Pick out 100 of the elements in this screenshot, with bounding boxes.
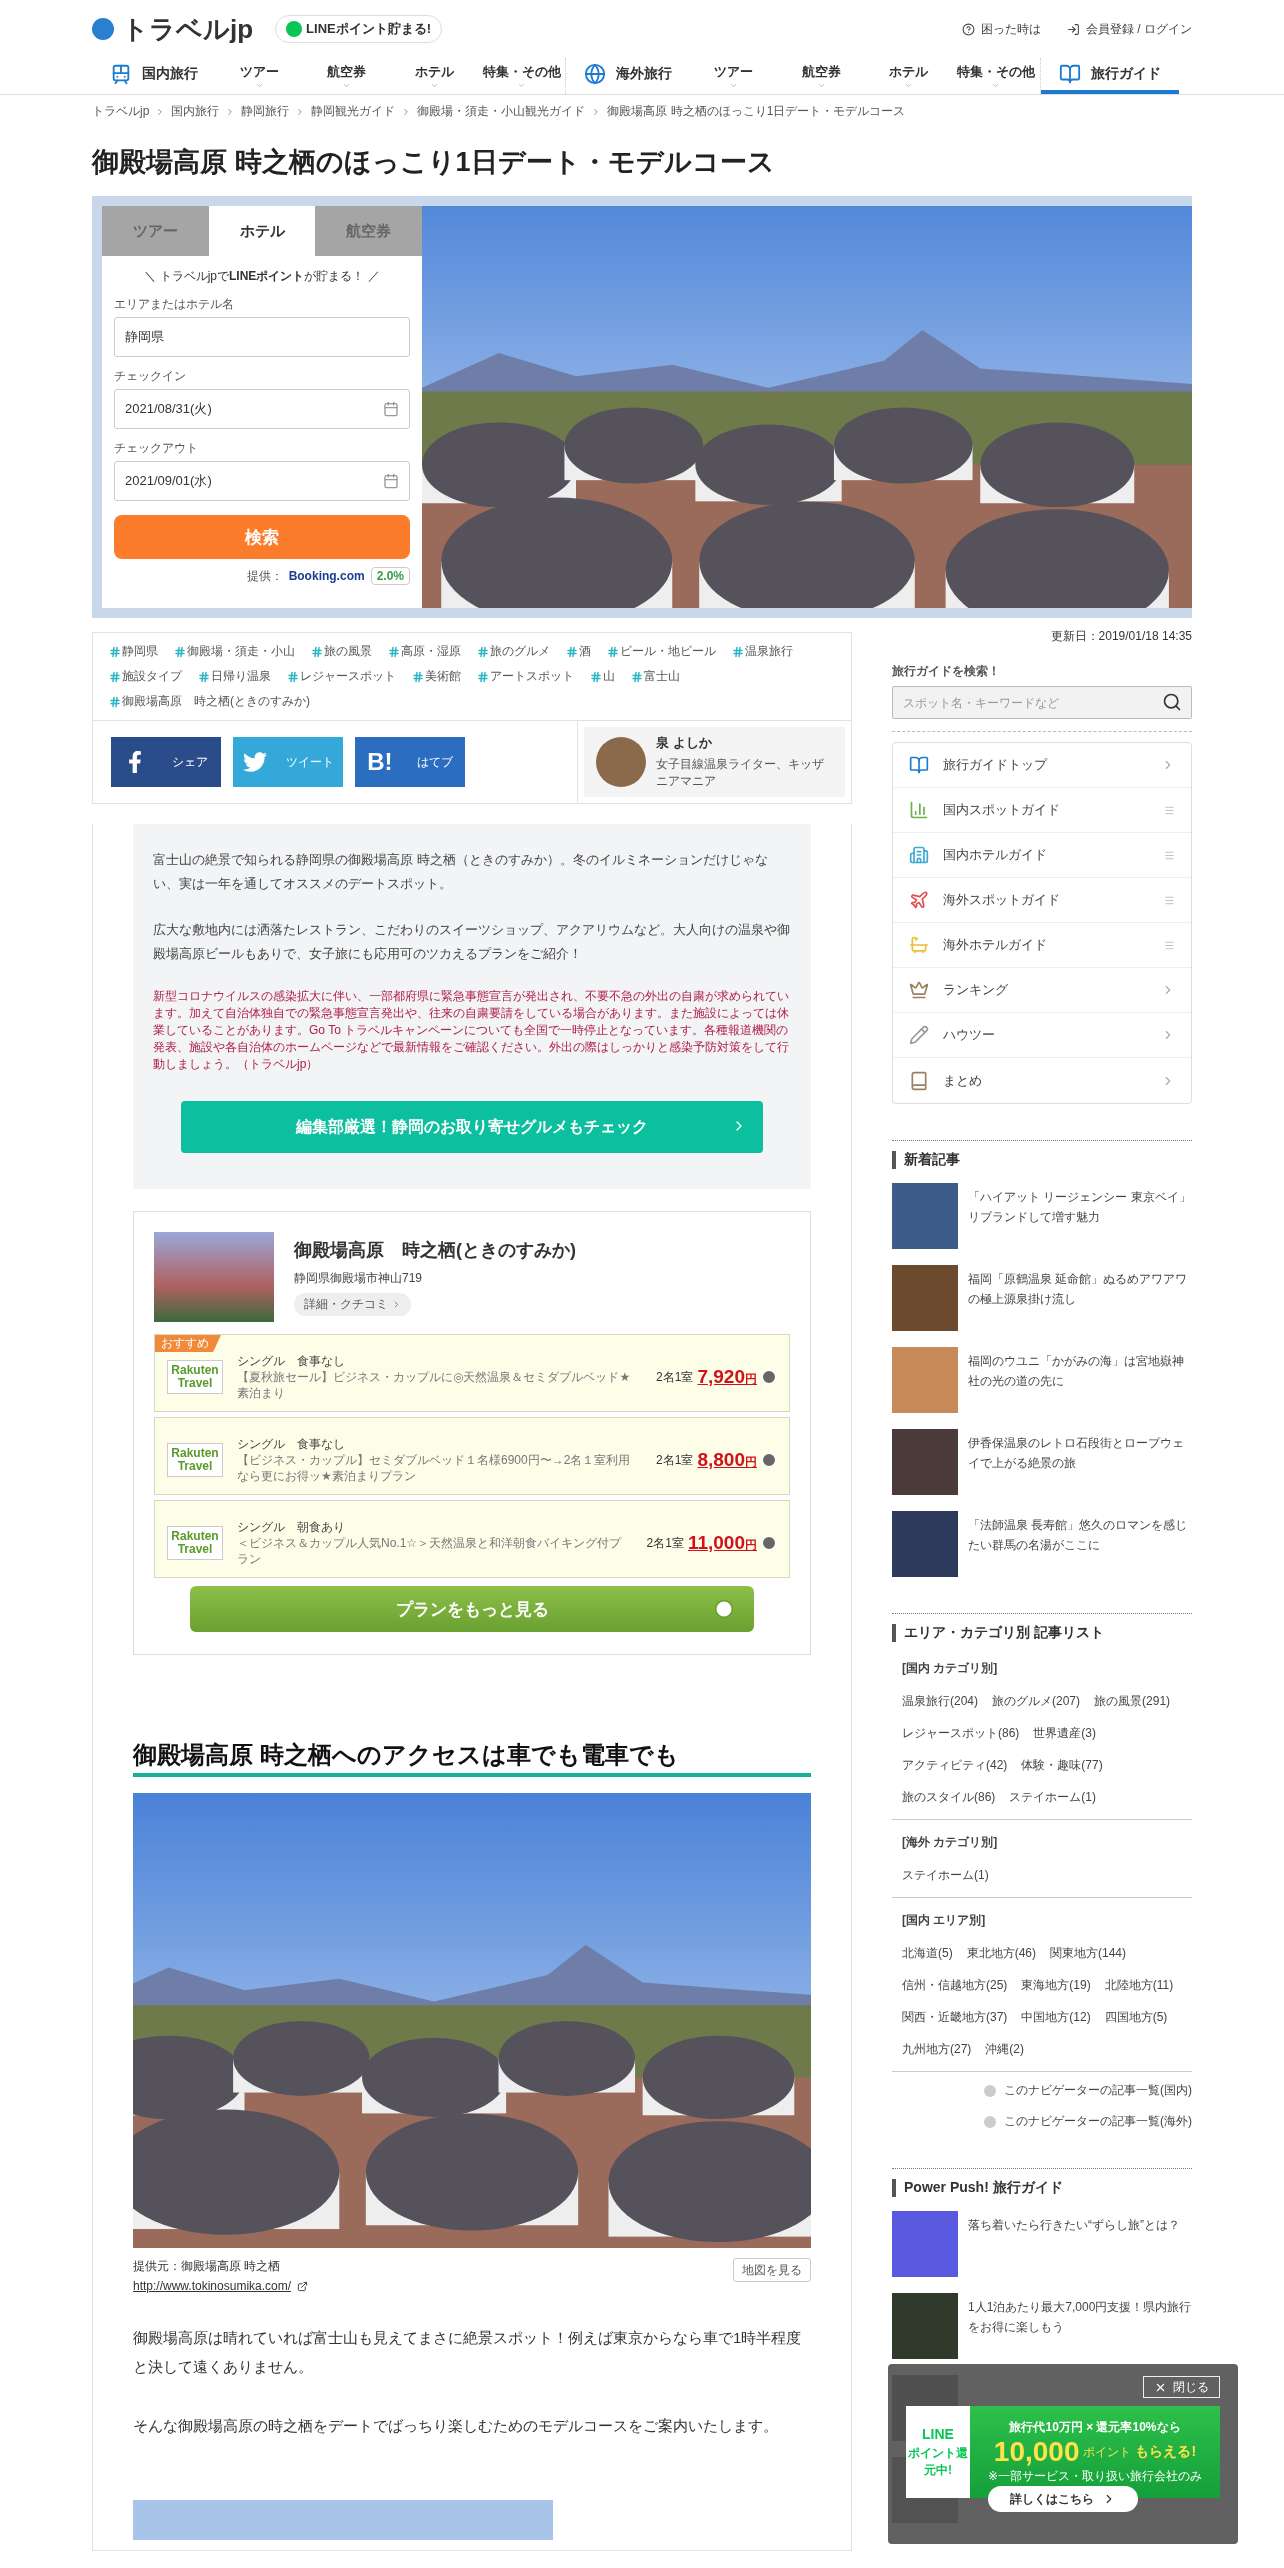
navigator-link[interactable]: このナビゲーターの記事一覧(国内) bbox=[892, 2082, 1192, 2099]
hash-icon bbox=[311, 645, 323, 658]
guide-menu-item[interactable]: 海外ホテルガイド bbox=[893, 923, 1191, 968]
breadcrumb-link[interactable]: 御殿場高原 時之栖のほっこり1日デート・モデルコース bbox=[607, 103, 906, 120]
guide-menu-item[interactable]: 国内スポットガイド bbox=[893, 788, 1191, 833]
category-link[interactable]: 関西・近畿地方(37) bbox=[902, 2001, 1008, 2033]
category-link[interactable]: アクティビティ(42) bbox=[902, 1749, 1008, 1781]
tag-link[interactable]: 旅の風景 bbox=[311, 643, 372, 660]
price-link[interactable]: 8,800円 bbox=[697, 1449, 757, 1471]
tag-link[interactable]: 美術館 bbox=[412, 668, 461, 685]
category-link[interactable]: 温泉旅行(204) bbox=[902, 1685, 978, 1717]
hotel-name[interactable]: 御殿場高原 時之栖(ときのすみか) bbox=[294, 1238, 576, 1262]
category-link[interactable]: 旅の風景(291) bbox=[1094, 1685, 1171, 1717]
guide-menu-item[interactable]: ハウツー bbox=[893, 1013, 1191, 1058]
details-button[interactable]: 詳しくはこちら bbox=[988, 2486, 1138, 2512]
breadcrumb-link[interactable]: 御殿場・須走・小山観光ガイド bbox=[417, 103, 586, 120]
navigator-link[interactable]: このナビゲーターの記事一覧(海外) bbox=[892, 2113, 1192, 2130]
search-field[interactable]: スポット名・キーワードなど bbox=[892, 686, 1192, 719]
share-button[interactable]: B! はてブ bbox=[355, 737, 465, 787]
plan-row[interactable]: おすすめ Rakuten Travel シングル 食事なし 【夏秋旅セール】ビジネス・カップルに◎天然温泉＆セミダブルベッド★素泊まり 2名1室 7,920円 bbox=[154, 1334, 790, 1412]
category-link[interactable]: 中国地方(12) bbox=[1021, 2001, 1091, 2033]
category-link[interactable]: 九州地方(27) bbox=[902, 2033, 972, 2065]
article-link[interactable]: 福岡「原鶴温泉 延命館」ぬるめアワアワの極上源泉掛け流し bbox=[892, 1265, 1192, 1331]
category-link[interactable]: 北陸地方(11) bbox=[1104, 1969, 1174, 2001]
close-button[interactable]: 閉じる bbox=[1143, 2376, 1220, 2398]
nav-item[interactable]: ホテル bbox=[864, 58, 953, 94]
category-link[interactable]: ステイホーム(1) bbox=[1009, 1781, 1096, 1813]
tag-link[interactable]: 日帰り温泉 bbox=[198, 668, 271, 685]
header-link[interactable]: 会員登録 / ログイン bbox=[1067, 20, 1192, 38]
tag-link[interactable]: 温泉旅行 bbox=[732, 643, 793, 660]
map-button[interactable]: 地図を見る bbox=[733, 2258, 811, 2282]
nav-item[interactable]: 特集・その他 bbox=[478, 58, 566, 94]
tag-link[interactable]: 富士山 bbox=[631, 668, 680, 685]
guide-menu-item[interactable]: ランキング bbox=[893, 968, 1191, 1013]
nav-tab[interactable]: 海外旅行 bbox=[566, 58, 691, 94]
category-link[interactable]: ステイホーム(1) bbox=[902, 1859, 989, 1891]
category-link[interactable]: 世界遺産(3) bbox=[1033, 1717, 1096, 1749]
article-link[interactable]: 福岡のウユニ「かがみの海」は宮地嶽神社の光の道の先に bbox=[892, 1347, 1192, 1413]
input-field[interactable]: 静岡県 bbox=[114, 317, 410, 357]
guide-menu-item[interactable]: 国内ホテルガイド bbox=[893, 833, 1191, 878]
plan-row[interactable]: Rakuten Travel シングル 朝食あり ＜ビジネス＆カップル人気No.1☆＞天然温泉と和洋朝食バイキング付プラン 2名1室 11,000円 bbox=[154, 1500, 790, 1578]
website-link[interactable]: http://www.tokinosumika.com/ bbox=[133, 2279, 309, 2293]
header-link[interactable]: 困った時は bbox=[962, 20, 1041, 38]
breadcrumb-link[interactable]: 静岡観光ガイド bbox=[311, 103, 396, 120]
hash-icon bbox=[198, 670, 210, 683]
tag-link[interactable]: 酒 bbox=[566, 643, 591, 660]
share-button[interactable]: シェア bbox=[111, 737, 221, 787]
guide-menu-item[interactable]: 海外スポットガイド bbox=[893, 878, 1191, 923]
breadcrumb-link[interactable]: トラベルjp bbox=[92, 103, 150, 120]
detail-link[interactable]: 詳細・クチコミ bbox=[294, 1293, 411, 1316]
category-link[interactable]: 関東地方(144) bbox=[1050, 1937, 1127, 1969]
category-link[interactable]: 旅のグルメ(207) bbox=[992, 1685, 1081, 1717]
login-icon bbox=[1067, 22, 1080, 36]
article-link[interactable]: 伊香保温泉のレトロ石段街とロープウェイで上がる絶景の旅 bbox=[892, 1429, 1192, 1495]
tag-link[interactable]: 山 bbox=[590, 668, 615, 685]
article-link[interactable]: 「ハイアット リージェンシー 東京ベイ」リブランドして増す魅力 bbox=[892, 1183, 1192, 1249]
category-link[interactable]: 東北地方(46) bbox=[966, 1937, 1036, 1969]
category-link[interactable]: 信州・信越地方(25) bbox=[902, 1969, 1008, 2001]
tag-link[interactable]: ビール・地ビール bbox=[607, 643, 716, 660]
tag-link[interactable]: 高原・湿原 bbox=[388, 643, 461, 660]
price-link[interactable]: 7,920円 bbox=[697, 1366, 757, 1388]
article-link[interactable]: 落ち着いたら行きたい“ずらし旅”とは？ bbox=[892, 2211, 1192, 2277]
article-link[interactable]: 1人1泊あたり最大7,000円支援！県内旅行をお得に楽しもう bbox=[892, 2293, 1192, 2359]
category-link[interactable]: レジャースポット(86) bbox=[902, 1717, 1020, 1749]
category-link[interactable]: 沖縄(2) bbox=[985, 2033, 1024, 2065]
nav-item[interactable]: ホテル bbox=[390, 58, 478, 94]
points-badge[interactable]: 2.0% bbox=[370, 567, 410, 585]
category-link[interactable]: 東海地方(19) bbox=[1021, 1969, 1091, 2001]
breadcrumb-link[interactable]: 国内旅行 bbox=[171, 103, 220, 120]
category-link[interactable]: 四国地方(5) bbox=[1104, 2001, 1168, 2033]
date-field[interactable]: 2021/08/31(火) bbox=[114, 389, 410, 429]
tag-link[interactable]: レジャースポット bbox=[287, 668, 396, 685]
nav-item[interactable]: 航空券 bbox=[303, 58, 391, 94]
nav-item[interactable]: 特集・その他 bbox=[952, 58, 1040, 94]
plan-row[interactable]: Rakuten Travel シングル 食事なし 【ビジネス・カップル】セミダブルベッド１名様6900円〜→2名１室利用なら更にお得ッ★素泊まりプラン 2名1室 8,800円 bbox=[154, 1417, 790, 1495]
tag-link[interactable]: 御殿場高原 時之栖(ときのすみか) bbox=[109, 693, 310, 710]
tag-link[interactable]: 御殿場・須走・小山 bbox=[174, 643, 295, 660]
guide-menu-item[interactable]: まとめ bbox=[893, 1058, 1191, 1103]
tag-link[interactable]: 静岡県 bbox=[109, 643, 158, 660]
article-link[interactable]: 「法師温泉 長寿館」悠久のロマンを感じたい群馬の名湯がここに bbox=[892, 1511, 1192, 1577]
author-name[interactable]: 泉 よしか bbox=[656, 734, 833, 752]
category-link[interactable]: 北海道(5) bbox=[902, 1937, 953, 1969]
breadcrumb-link[interactable]: 静岡旅行 bbox=[241, 103, 290, 120]
guide-menu-item[interactable]: 旅行ガイドトップ bbox=[893, 743, 1191, 788]
tag-link[interactable]: 施設タイプ bbox=[109, 668, 182, 685]
nav-item[interactable]: ツアー bbox=[216, 58, 304, 94]
price-link[interactable]: 11,000円 bbox=[687, 1532, 757, 1554]
search-icon[interactable] bbox=[1162, 692, 1182, 712]
category-link[interactable]: 体験・趣味(77) bbox=[1021, 1749, 1103, 1781]
bird-icon bbox=[242, 750, 267, 774]
nav-item[interactable]: ツアー bbox=[690, 58, 778, 94]
nav-tab[interactable]: 国内旅行 bbox=[92, 58, 216, 94]
tag-link[interactable]: 旅のグルメ bbox=[477, 643, 550, 660]
site-logo[interactable]: トラベルjp LINEポイント貯まる! bbox=[92, 11, 443, 47]
nav-tab[interactable]: 旅行ガイド bbox=[1040, 58, 1179, 94]
hash-icon bbox=[109, 670, 121, 683]
nav-item[interactable]: 航空券 bbox=[777, 58, 865, 94]
category-link[interactable]: 旅のスタイル(86) bbox=[902, 1781, 996, 1813]
date-field[interactable]: 2021/09/01(水) bbox=[114, 461, 410, 501]
tag-link[interactable]: アートスポット bbox=[477, 668, 574, 685]
